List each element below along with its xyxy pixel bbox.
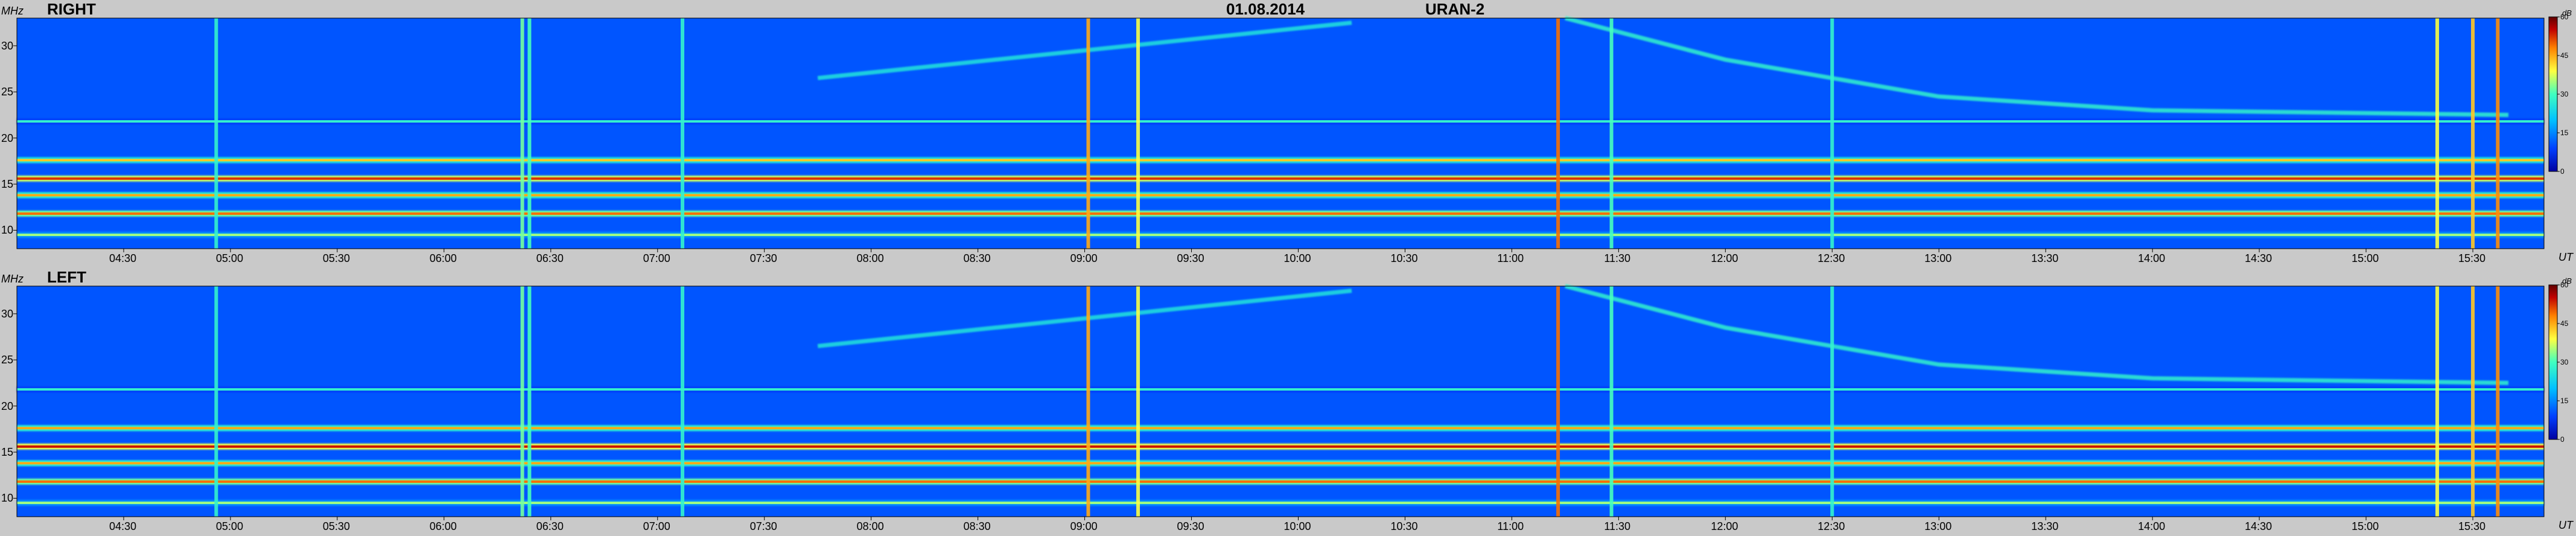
- broadband-burst: [527, 18, 532, 249]
- interference-band: [17, 462, 2544, 465]
- spectrogram-panel-left: [13, 284, 2560, 520]
- spectrogram-panel-right: [13, 16, 2560, 252]
- broadband-burst: [1609, 286, 1614, 517]
- broadband-burst: [1086, 18, 1090, 249]
- interference-band: [17, 120, 2544, 123]
- broadband-burst: [1556, 18, 1560, 249]
- broadband-burst: [520, 18, 524, 249]
- broadband-burst: [2435, 286, 2440, 517]
- broadband-burst: [2496, 286, 2500, 517]
- interference-band: [17, 194, 2544, 197]
- broadband-burst: [527, 286, 532, 517]
- broadband-burst: [214, 18, 218, 249]
- broadband-burst: [2471, 286, 2475, 517]
- broadband-burst: [2435, 18, 2440, 249]
- interference-band: [17, 445, 2544, 448]
- interference-band: [17, 502, 2544, 505]
- broadband-burst: [520, 286, 524, 517]
- interference-band: [17, 159, 2544, 162]
- broadband-burst: [1136, 286, 1140, 517]
- broadband-burst: [2471, 18, 2475, 249]
- spectrogram-figure: [13, 16, 2560, 520]
- broadband-burst: [1136, 18, 1140, 249]
- broadband-burst: [681, 286, 685, 517]
- broadband-burst: [681, 18, 685, 249]
- interference-band: [17, 388, 2544, 391]
- interference-band: [17, 234, 2544, 237]
- broadband-burst: [1086, 286, 1090, 517]
- broadband-burst: [1830, 18, 1834, 249]
- colorbar: [2548, 16, 2558, 172]
- interference-band: [17, 480, 2544, 483]
- broadband-burst: [2496, 18, 2500, 249]
- interference-band: [17, 177, 2544, 180]
- interference-band: [17, 427, 2544, 430]
- broadband-burst: [1556, 286, 1560, 517]
- broadband-burst: [1830, 286, 1834, 517]
- broadband-burst: [214, 286, 218, 517]
- interference-band: [17, 212, 2544, 215]
- broadband-burst: [1609, 18, 1614, 249]
- colorbar: [2548, 284, 2558, 440]
